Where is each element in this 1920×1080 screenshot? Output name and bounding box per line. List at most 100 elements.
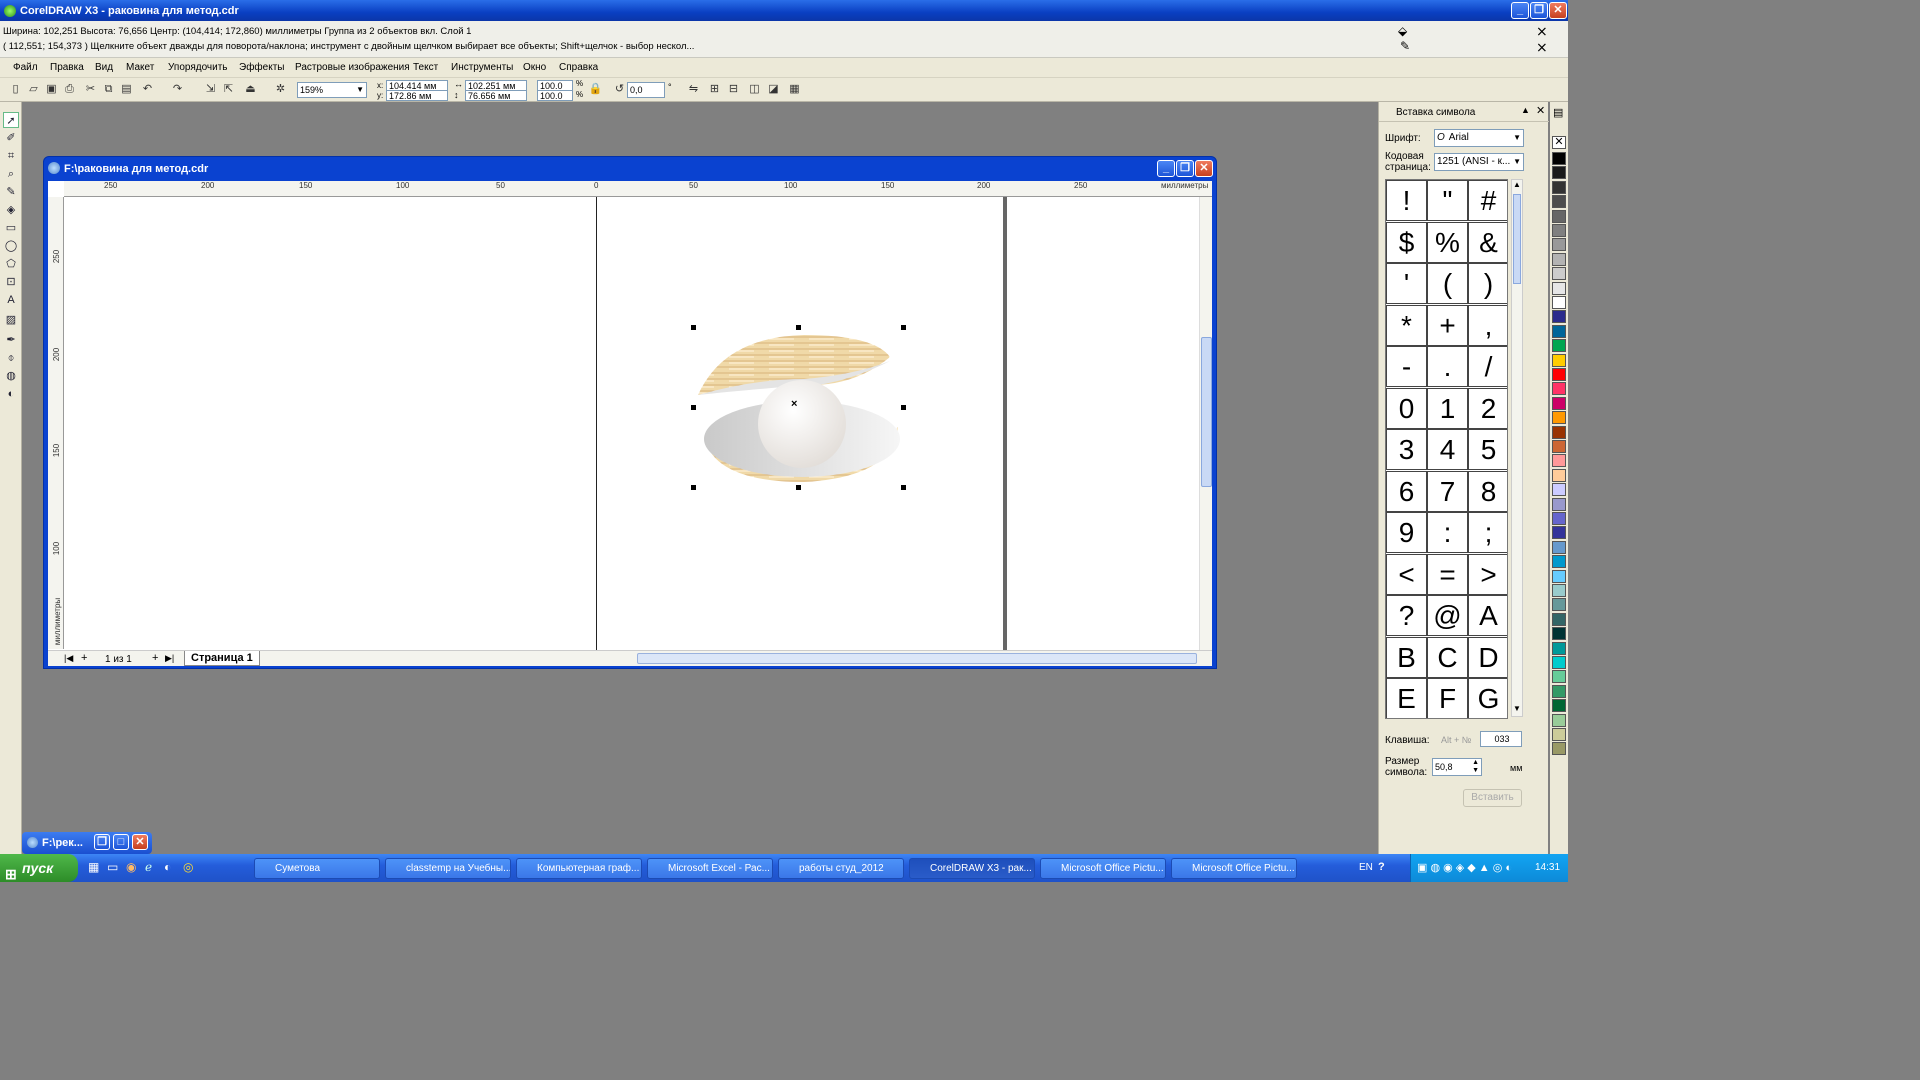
color-swatch[interactable]: [1552, 382, 1566, 396]
character-cell[interactable]: 3: [1386, 429, 1427, 470]
docker-close-icon[interactable]: ✕: [1536, 104, 1545, 117]
fill-tool-icon[interactable]: ◍: [3, 368, 19, 384]
y-position-field[interactable]: 172.86 мм: [386, 90, 448, 101]
vertical-ruler[interactable]: 250 200 150 100 миллиметры: [48, 197, 64, 649]
break-apart-icon[interactable]: ◪: [766, 82, 781, 97]
character-cell[interactable]: 6: [1386, 470, 1427, 512]
center-mark-icon[interactable]: ×: [791, 398, 797, 410]
character-cell[interactable]: 7: [1427, 470, 1468, 512]
freehand-tool-icon[interactable]: ✎: [3, 184, 19, 200]
character-cell[interactable]: @: [1427, 595, 1468, 636]
menu-tools[interactable]: Инструменты: [451, 62, 513, 73]
color-swatch[interactable]: [1552, 195, 1566, 209]
help-icon[interactable]: ?: [1378, 861, 1385, 873]
task-button[interactable]: Microsoft Excel - Рас...: [647, 858, 773, 879]
first-page-icon[interactable]: |◀: [64, 653, 73, 664]
align-icon[interactable]: ▦: [787, 82, 802, 97]
codepage-select[interactable]: 1251 (ANSI - к... ▼: [1434, 153, 1524, 171]
mirror-icon[interactable]: ⇋: [686, 82, 701, 97]
minimized-document[interactable]: F:\рек... ❐ □ ✕: [22, 832, 152, 854]
character-cell[interactable]: +: [1427, 304, 1468, 346]
character-cell[interactable]: F: [1427, 678, 1468, 718]
selection-handle[interactable]: [691, 405, 696, 410]
outline-tool-icon[interactable]: ⌽: [3, 350, 19, 366]
color-swatch[interactable]: [1552, 627, 1566, 641]
task-button-active[interactable]: CorelDRAW X3 - рак...: [909, 858, 1035, 879]
color-swatch[interactable]: [1552, 368, 1566, 381]
color-swatch[interactable]: [1552, 670, 1566, 684]
zoom-select[interactable]: 159% ▼: [297, 82, 367, 98]
character-cell[interactable]: !: [1386, 180, 1427, 221]
character-cell[interactable]: ,: [1468, 304, 1507, 346]
color-swatch[interactable]: [1552, 569, 1566, 583]
character-cell[interactable]: 2: [1468, 387, 1507, 429]
character-cell[interactable]: >: [1468, 553, 1507, 595]
smart-fill-icon[interactable]: ◈: [3, 202, 19, 218]
horizontal-ruler[interactable]: 250 200 150 100 50 0 50 100 150 200 250 …: [64, 181, 1212, 197]
undo-icon[interactable]: ↶: [140, 82, 155, 97]
selection-handle[interactable]: [796, 485, 801, 490]
color-swatch[interactable]: [1552, 454, 1566, 468]
selection-handle[interactable]: [901, 485, 906, 490]
character-cell[interactable]: =: [1427, 553, 1468, 595]
doc-maximize-button[interactable]: ❐: [1176, 160, 1194, 177]
character-cell[interactable]: 0: [1386, 387, 1427, 429]
add-page-after-icon[interactable]: +: [152, 652, 158, 664]
ellipse-tool-icon[interactable]: ◯: [3, 238, 19, 254]
menu-window[interactable]: Окно: [523, 62, 546, 73]
start-button[interactable]: ⊞ пуск: [0, 854, 78, 882]
tray-icons[interactable]: ▣ ◍ ◉ ◈ ◆ ▲ ◎ ◐: [1417, 861, 1512, 874]
character-cell[interactable]: C: [1427, 636, 1468, 678]
task-button[interactable]: Суметова: [254, 858, 380, 879]
color-swatch[interactable]: [1552, 411, 1566, 425]
page-tab[interactable]: Страница 1: [184, 651, 260, 666]
color-swatch[interactable]: [1552, 296, 1566, 309]
task-button[interactable]: Microsoft Office Pictu...: [1040, 858, 1166, 879]
last-page-icon[interactable]: ▶|: [165, 653, 174, 664]
size-field[interactable]: 50,8 ▲ ▼: [1432, 758, 1482, 776]
color-swatch[interactable]: [1552, 339, 1566, 353]
character-cell[interactable]: .: [1427, 346, 1468, 387]
export-icon[interactable]: ⇱: [221, 82, 236, 97]
color-swatch[interactable]: [1552, 540, 1566, 554]
color-swatch[interactable]: [1552, 684, 1566, 698]
character-cell[interactable]: A: [1468, 595, 1507, 636]
color-swatch[interactable]: [1552, 612, 1566, 626]
character-cell[interactable]: D: [1468, 636, 1507, 678]
lock-ratio-icon[interactable]: 🔒: [588, 82, 603, 97]
character-cell[interactable]: %: [1427, 221, 1468, 263]
copy-icon[interactable]: ⧉: [101, 82, 116, 97]
character-cell[interactable]: ;: [1468, 512, 1507, 553]
vertical-scrollbar[interactable]: [1199, 197, 1212, 651]
save-icon[interactable]: ▣: [44, 82, 59, 97]
selection-handle[interactable]: [691, 325, 696, 330]
language-indicator[interactable]: EN: [1359, 862, 1373, 873]
character-cell[interactable]: /: [1468, 346, 1507, 387]
character-cell[interactable]: 4: [1427, 429, 1468, 470]
close-button[interactable]: ✕: [1549, 2, 1567, 19]
minimize-button[interactable]: _: [1511, 2, 1529, 19]
character-grid-scrollbar[interactable]: ▲ ▼: [1511, 179, 1523, 717]
selection-handle[interactable]: [691, 485, 696, 490]
interactive-blend-icon[interactable]: ▨: [3, 312, 19, 328]
media-quicklaunch-icon[interactable]: ◐: [164, 860, 171, 874]
character-cell[interactable]: <: [1386, 553, 1427, 595]
character-grid-scroll-thumb[interactable]: [1513, 194, 1521, 284]
character-cell[interactable]: B: [1386, 636, 1427, 678]
menu-arrange[interactable]: Упорядочить: [168, 62, 228, 73]
color-swatch[interactable]: [1552, 180, 1566, 194]
zoom-tool-icon[interactable]: ⌕: [3, 166, 19, 182]
character-cell[interactable]: ": [1427, 180, 1468, 221]
character-cell[interactable]: #: [1468, 180, 1507, 221]
welcome-icon[interactable]: ✲: [273, 82, 288, 97]
interactive-fill-icon[interactable]: ◐: [3, 386, 19, 402]
menu-file[interactable]: Файл: [13, 62, 38, 73]
color-swatch[interactable]: [1552, 742, 1566, 756]
character-cell[interactable]: ': [1386, 263, 1427, 304]
menu-layout[interactable]: Макет: [126, 62, 154, 73]
maximize-button[interactable]: ❐: [1530, 2, 1548, 19]
menu-help[interactable]: Справка: [559, 62, 598, 73]
color-swatch[interactable]: [1552, 152, 1566, 165]
color-swatch[interactable]: [1552, 267, 1566, 281]
outline-none-icon[interactable]: ⨯: [1536, 39, 1548, 56]
